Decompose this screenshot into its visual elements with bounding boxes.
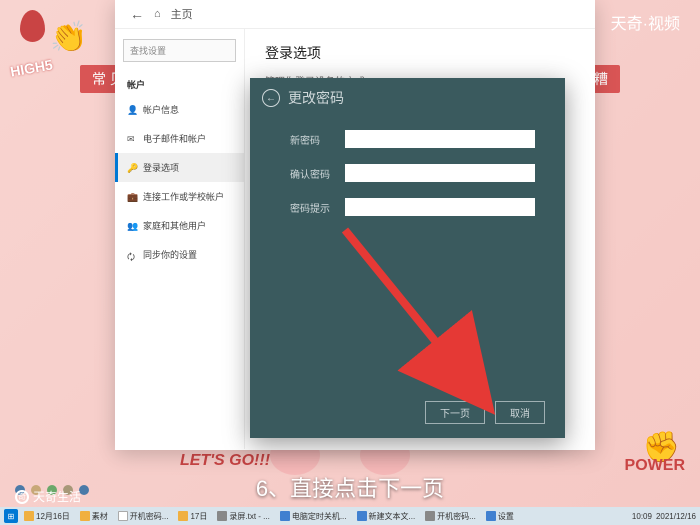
sync-icon: 🗘: [127, 250, 137, 260]
cancel-button[interactable]: 取消: [495, 401, 545, 424]
taskbar-item[interactable]: 素材: [76, 511, 112, 522]
start-button[interactable]: ⊞: [4, 509, 18, 523]
taskbar[interactable]: ⊞ 12月16日 素材 开机密码... 17日 录屏.txt - ... 电脑定…: [0, 507, 700, 525]
page-title: 登录选项: [265, 43, 575, 63]
letsgo-text: LET'S GO!!!: [180, 452, 270, 470]
hands-emoji: 👏: [50, 20, 87, 55]
taskbar-item[interactable]: 12月16日: [20, 511, 74, 522]
sidebar-item-email[interactable]: ✉电子邮件和帐户: [115, 124, 244, 153]
next-button[interactable]: 下一页: [425, 401, 485, 424]
briefcase-icon: 💼: [127, 192, 137, 202]
taskbar-item[interactable]: 电脑定时关机...: [276, 511, 351, 522]
sidebar-item-account-info[interactable]: 👤帐户信息: [115, 95, 244, 124]
tray-date: 2021/12/16: [656, 512, 696, 521]
password-hint-input[interactable]: [345, 198, 535, 216]
video-subtitle: 6、直接点击下一页: [256, 471, 444, 503]
home-label[interactable]: 主页: [171, 6, 193, 22]
taskbar-item[interactable]: 设置: [482, 511, 518, 522]
person-icon: 👤: [127, 105, 137, 115]
change-password-dialog: ← 更改密码 新密码 确认密码 密码提示 下一页 取消: [250, 78, 565, 438]
tray-time: 10:09: [632, 512, 652, 521]
new-password-label: 新密码: [290, 132, 345, 147]
key-icon: 🔑: [127, 163, 137, 173]
confirm-password-input[interactable]: [345, 164, 535, 182]
high5-text: HIGH5: [9, 56, 54, 79]
decoration-top-left: [20, 10, 45, 47]
dialog-title: 更改密码: [288, 88, 344, 108]
watermark-bottom-left: 奇 天奇生活: [15, 488, 81, 505]
settings-sidebar: 查找设置 帐户 👤帐户信息 ✉电子邮件和帐户 🔑登录选项 💼连接工作或学校帐户 …: [115, 29, 245, 449]
back-arrow-icon[interactable]: ←: [130, 6, 144, 22]
new-password-input[interactable]: [345, 130, 535, 148]
taskbar-item[interactable]: 开机密码...: [114, 511, 173, 522]
people-icon: 👥: [127, 221, 137, 231]
password-hint-label: 密码提示: [290, 200, 345, 215]
settings-header: ← ⌂ 主页: [115, 0, 595, 29]
sidebar-item-work-school[interactable]: 💼连接工作或学校帐户: [115, 182, 244, 211]
confirm-password-label: 确认密码: [290, 166, 345, 181]
mail-icon: ✉: [127, 134, 137, 144]
taskbar-item[interactable]: 17日: [174, 511, 211, 522]
watermark-top-right: 天奇·视频: [611, 10, 680, 34]
sidebar-item-sync[interactable]: 🗘同步你的设置: [115, 240, 244, 269]
power-text: POWER: [625, 457, 685, 475]
watermark-icon: 奇: [15, 490, 29, 504]
search-input[interactable]: 查找设置: [123, 39, 236, 62]
section-label: 帐户: [115, 74, 244, 95]
taskbar-item[interactable]: 新建文本文...: [353, 511, 420, 522]
dialog-back-button[interactable]: ←: [262, 89, 280, 107]
home-icon: ⌂: [154, 8, 161, 20]
taskbar-tray[interactable]: 10:09 2021/12/16: [632, 512, 696, 521]
taskbar-item[interactable]: 录屏.txt - ...: [213, 511, 273, 522]
taskbar-item[interactable]: 开机密码...: [421, 511, 480, 522]
dialog-header: ← 更改密码: [250, 78, 565, 118]
sidebar-item-family[interactable]: 👥家庭和其他用户: [115, 211, 244, 240]
sidebar-item-signin-options[interactable]: 🔑登录选项: [115, 153, 244, 182]
